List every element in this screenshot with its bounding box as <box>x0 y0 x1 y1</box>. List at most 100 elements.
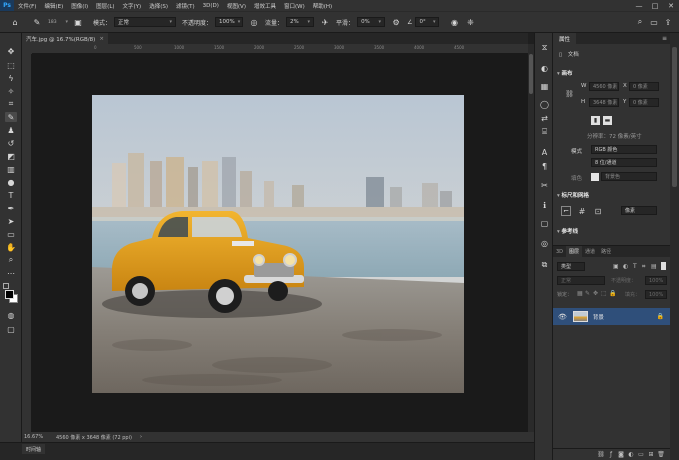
history-icon[interactable]: ⧖ <box>539 43 550 53</box>
status-menu-arrow[interactable]: › <box>140 434 142 440</box>
tab-layers[interactable]: 图层 <box>566 246 583 257</box>
actions-icon[interactable]: ◎ <box>539 238 550 248</box>
menu-type[interactable]: 文字(Y) <box>119 2 146 10</box>
guides-toggle-icon[interactable]: ⊡ <box>593 206 603 216</box>
zoom-level[interactable]: 16.67% <box>24 434 50 440</box>
menu-edit[interactable]: 编辑(E) <box>40 2 67 10</box>
layer-style-icon[interactable]: ƒ <box>606 451 616 458</box>
x-field[interactable]: 0 像素 <box>629 82 659 91</box>
layer-row-background[interactable]: 👁 背景 🔒 <box>553 308 670 325</box>
layer-opacity-input[interactable]: 100% <box>645 276 667 285</box>
brushes-icon[interactable]: ⇄ <box>539 113 550 123</box>
landscape-orientation-icon[interactable]: ▬ <box>603 116 612 125</box>
crop-tool-icon[interactable]: ⌗ <box>5 99 17 109</box>
path-select-tool-icon[interactable]: ➤ <box>5 216 17 226</box>
properties-tab[interactable]: 属性 <box>553 33 577 44</box>
menu-window[interactable]: 窗口(W) <box>280 2 309 10</box>
quick-select-tool-icon[interactable]: ✧ <box>5 86 17 96</box>
new-group-icon[interactable]: ▭ <box>636 451 646 458</box>
home-icon[interactable]: ⌂ <box>10 17 20 27</box>
rulers-grids-section-header[interactable]: 标尺和网格 <box>557 191 590 199</box>
filter-toggle-icon[interactable] <box>661 262 666 270</box>
fill-dropdown[interactable]: 背景色 <box>601 172 657 181</box>
zoom-tool-icon[interactable]: ⌕ <box>5 255 17 265</box>
layer-fill-input[interactable]: 100% <box>645 290 667 299</box>
guides-section-header[interactable]: 参考线 <box>557 227 579 235</box>
horizontal-ruler[interactable]: 0 500 1000 1500 2000 2500 3000 3500 4000… <box>32 44 528 54</box>
libraries-icon[interactable]: ⌸ <box>539 127 550 137</box>
search-icon[interactable]: ⌕ <box>635 17 645 27</box>
brush-preset-picker[interactable]: 183 <box>45 17 71 27</box>
pressure-opacity-icon[interactable]: ◎ <box>249 17 259 27</box>
bit-depth-dropdown[interactable]: 8 位/通道 <box>591 158 657 167</box>
document-image[interactable] <box>92 95 464 393</box>
filter-smart-icon[interactable]: ▤ <box>651 263 657 270</box>
link-layers-icon[interactable]: ⛓ <box>596 451 606 458</box>
share-icon[interactable]: ⇪ <box>663 17 673 27</box>
lock-artboard-icon[interactable]: ⬚ <box>601 290 607 297</box>
ruler-units-dropdown[interactable]: 像素 <box>621 206 657 215</box>
eraser-tool-icon[interactable]: ◩ <box>5 151 17 161</box>
move-tool-icon[interactable]: ✥ <box>5 46 17 56</box>
swatches-icon[interactable]: ▦ <box>539 81 550 91</box>
ruler-origin[interactable] <box>22 44 32 54</box>
layers-dock-icon[interactable]: ⧉ <box>539 260 550 270</box>
lock-position-icon[interactable]: ✥ <box>593 290 598 297</box>
height-field[interactable]: 3648 像素 <box>589 98 619 107</box>
brush-tool-icon[interactable]: ✎ <box>5 112 17 122</box>
flow-input[interactable]: 2% <box>286 17 315 27</box>
panel-scrollbar[interactable] <box>670 33 679 460</box>
filter-type-icon[interactable]: T <box>633 263 637 270</box>
adjustments-icon[interactable]: ◯ <box>539 99 550 109</box>
tab-3d[interactable]: 3D <box>553 246 566 257</box>
close-tab-icon[interactable]: × <box>99 36 104 42</box>
color-icon[interactable]: ◐ <box>539 63 550 73</box>
fill-swatch[interactable] <box>591 173 599 181</box>
portrait-orientation-icon[interactable]: ▮ <box>591 116 600 125</box>
timeline-tab[interactable]: 时间轴 <box>22 444 46 454</box>
link-icon[interactable]: ⛓ <box>565 90 574 98</box>
grid-toggle-icon[interactable]: # <box>577 206 587 216</box>
default-colors-icon[interactable] <box>3 283 9 289</box>
stamp-tool-icon[interactable]: ♟ <box>5 125 17 135</box>
history-brush-tool-icon[interactable]: ↺ <box>5 138 17 148</box>
tab-paths[interactable]: 路径 <box>598 246 614 257</box>
pen-tool-icon[interactable]: ✒ <box>5 203 17 213</box>
layer-name[interactable]: 背景 <box>593 313 604 321</box>
type-tool-icon[interactable]: T <box>5 190 17 200</box>
character-icon[interactable]: A <box>539 147 550 157</box>
gradient-tool-icon[interactable]: ▥ <box>5 164 17 174</box>
paragraph-icon[interactable]: ¶ <box>539 161 550 171</box>
rectangle-tool-icon[interactable]: ▭ <box>5 229 17 239</box>
new-layer-icon[interactable]: ⊞ <box>646 451 656 458</box>
smooth-input[interactable]: 0% <box>357 17 386 27</box>
menu-plugins[interactable]: 增效工具 <box>250 2 280 10</box>
angle-input[interactable]: 0° <box>415 17 440 27</box>
width-field[interactable]: 4560 像素 <box>589 82 619 91</box>
menu-layer[interactable]: 图层(L) <box>92 2 118 10</box>
mode-dropdown[interactable]: 正常 <box>114 17 177 27</box>
menu-filter[interactable]: 滤镜(T) <box>172 2 199 10</box>
menu-image[interactable]: 图像(I) <box>67 2 92 10</box>
photoshop-logo[interactable]: Ps <box>0 0 14 11</box>
info-icon[interactable]: ℹ <box>539 200 550 210</box>
y-field[interactable]: 0 像素 <box>629 98 659 107</box>
vertical-ruler[interactable] <box>22 44 32 432</box>
maximize-button[interactable]: □ <box>647 0 663 11</box>
quick-mask-icon[interactable]: ◍ <box>5 310 17 320</box>
menu-view[interactable]: 视图(V) <box>223 2 250 10</box>
lock-pixels-icon[interactable]: ✎ <box>585 290 590 297</box>
more-tools-icon[interactable]: ⋯ <box>5 268 17 278</box>
marquee-tool-icon[interactable]: ⬚ <box>5 60 17 70</box>
lasso-tool-icon[interactable]: ϟ <box>5 73 17 83</box>
hand-tool-icon[interactable]: ✋ <box>5 242 17 252</box>
minimize-button[interactable]: — <box>631 0 647 11</box>
airbrush-icon[interactable]: ✈ <box>320 17 330 27</box>
ruler-toggle-icon[interactable]: ⌐ <box>561 206 571 216</box>
lock-transparency-icon[interactable]: ▦ <box>577 290 583 297</box>
canvas-section-header[interactable]: 画布 <box>557 69 573 77</box>
filter-shape-icon[interactable]: ⌗ <box>642 263 645 271</box>
menu-3d[interactable]: 3D(D) <box>199 3 223 9</box>
scrollbar-thumb[interactable] <box>529 54 533 94</box>
navigator-icon[interactable]: ▢ <box>539 218 550 228</box>
